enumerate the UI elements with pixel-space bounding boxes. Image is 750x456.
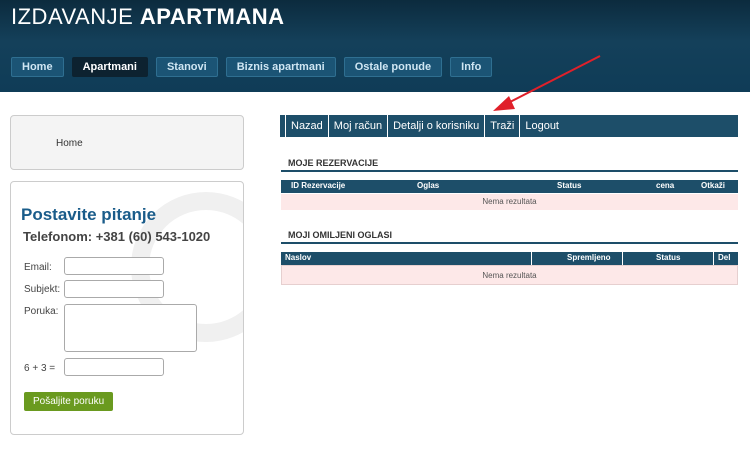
arrow-head-icon xyxy=(493,96,515,111)
annotation-arrow xyxy=(493,55,601,111)
arrow-shaft xyxy=(505,55,601,105)
